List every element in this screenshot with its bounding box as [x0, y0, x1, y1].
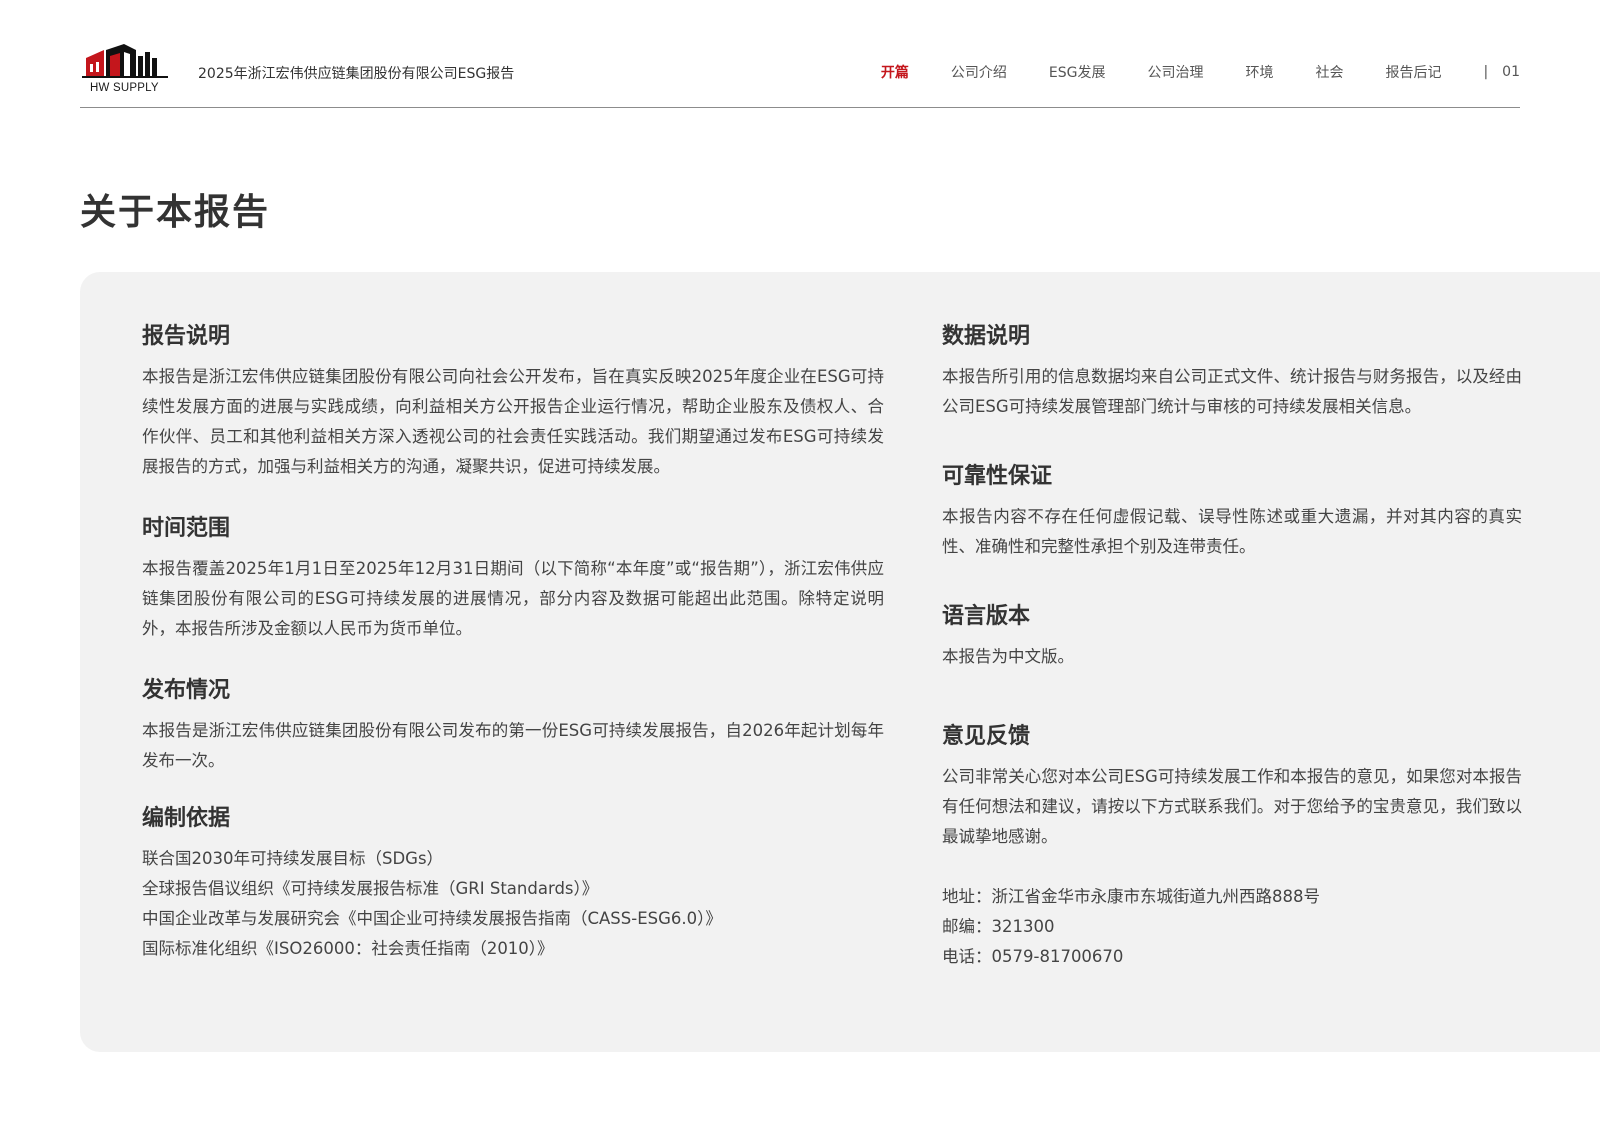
nav-item-esg-development[interactable]: ESG发展	[1049, 62, 1106, 82]
section-text: 本报告为中文版。	[942, 647, 1074, 666]
language-section: 语言版本 本报告为中文版。	[942, 602, 1522, 672]
section-text: 本报告所引用的信息数据均来自公司正式文件、统计报告与财务报告，以及经由公司ESG…	[942, 367, 1522, 416]
nav-item-opening[interactable]: 开篇	[881, 62, 909, 82]
nav-separator: |	[1483, 64, 1489, 80]
logo-building-icon	[82, 44, 168, 78]
section-heading: 可靠性保证	[942, 464, 1053, 489]
basis-section: 编制依据 联合国2030年可持续发展目标（SDGs） 全球报告倡议组织《可持续发…	[142, 804, 884, 964]
contact-phone[interactable]: 电话：0579-81700670	[942, 942, 1522, 972]
data-description-section: 数据说明 本报告所引用的信息数据均来自公司正式文件、统计报告与财务报告，以及经由…	[942, 322, 1522, 422]
section-heading: 数据说明	[942, 324, 1031, 349]
section-heading: 语言版本	[942, 604, 1031, 629]
section-text: 本报告是浙江宏伟供应链集团股份有限公司发布的第一份ESG可持续发展报告，自202…	[142, 721, 884, 770]
report-description-section: 报告说明 本报告是浙江宏伟供应链集团股份有限公司向社会公开发布，旨在真实反映20…	[142, 322, 884, 482]
nav-item-company-intro[interactable]: 公司介绍	[951, 62, 1007, 82]
top-nav: 开篇 公司介绍 ESG发展 公司治理 环境 社会 报告后记 | 01	[881, 62, 1520, 82]
section-heading: 报告说明	[142, 324, 231, 349]
feedback-section: 意见反馈 公司非常关心您对本公司ESG可持续发展工作和本报告的意见，如果您对本报…	[942, 722, 1522, 972]
section-heading: 编制依据	[142, 806, 231, 831]
release-section: 发布情况 本报告是浙江宏伟供应链集团股份有限公司发布的第一份ESG可持续发展报告…	[142, 676, 884, 776]
section-text: 公司非常关心您对本公司ESG可持续发展工作和本报告的意见，如果您对本报告有任何想…	[942, 767, 1522, 846]
section-text: 本报告覆盖2025年1月1日至2025年12月31日期间（以下简称“本年度”或“…	[142, 559, 884, 638]
time-scope-section: 时间范围 本报告覆盖2025年1月1日至2025年12月31日期间（以下简称“本…	[142, 514, 884, 644]
report-title: 2025年浙江宏伟供应链集团股份有限公司ESG报告	[198, 66, 515, 82]
nav-item-governance[interactable]: 公司治理	[1147, 62, 1203, 82]
section-heading: 意见反馈	[942, 724, 1031, 749]
page-title: 关于本报告	[80, 192, 271, 233]
basis-item: 全球报告倡议组织《可持续发展报告标准（GRI Standards）》	[142, 879, 599, 898]
contact-address: 地址：浙江省金华市永康市东城街道九州西路888号	[942, 887, 1320, 906]
basis-item: 中国企业改革与发展研究会《中国企业可持续发展报告指南（CASS-ESG6.0）》	[142, 909, 722, 928]
basis-item: 联合国2030年可持续发展目标（SDGs）	[142, 849, 444, 868]
contact-info: 地址：浙江省金华市永康市东城街道九州西路888号 邮编：321300 电话：05…	[942, 882, 1522, 972]
basis-item: 国际标准化组织《ISO26000：社会责任指南（2010）》	[142, 939, 554, 958]
page-number: 01	[1502, 64, 1520, 80]
nav-item-society[interactable]: 社会	[1315, 62, 1343, 82]
nav-item-environment[interactable]: 环境	[1245, 62, 1273, 82]
contact-postcode: 邮编：321300	[942, 917, 1055, 936]
logo-text: HW SUPPLY	[90, 82, 159, 94]
company-logo[interactable]: HW SUPPLY	[80, 42, 172, 94]
section-text: 本报告内容不存在任何虚假记载、误导性陈述或重大遗漏，并对其内容的真实性、准确性和…	[942, 507, 1522, 556]
nav-item-postscript[interactable]: 报告后记	[1385, 62, 1441, 82]
left-column: 报告说明 本报告是浙江宏伟供应链集团股份有限公司向社会公开发布，旨在真实反映20…	[142, 322, 884, 964]
reliability-section: 可靠性保证 本报告内容不存在任何虚假记载、误导性陈述或重大遗漏，并对其内容的真实…	[942, 462, 1522, 562]
page-header: HW SUPPLY 2025年浙江宏伟供应链集团股份有限公司ESG报告 开篇 公…	[80, 38, 1520, 108]
section-text: 本报告是浙江宏伟供应链集团股份有限公司向社会公开发布，旨在真实反映2025年度企…	[142, 367, 884, 476]
section-heading: 发布情况	[142, 678, 231, 703]
section-heading: 时间范围	[142, 516, 231, 541]
right-column: 数据说明 本报告所引用的信息数据均来自公司正式文件、统计报告与财务报告，以及经由…	[942, 322, 1522, 972]
content-panel: 报告说明 本报告是浙江宏伟供应链集团股份有限公司向社会公开发布，旨在真实反映20…	[80, 272, 1600, 1052]
